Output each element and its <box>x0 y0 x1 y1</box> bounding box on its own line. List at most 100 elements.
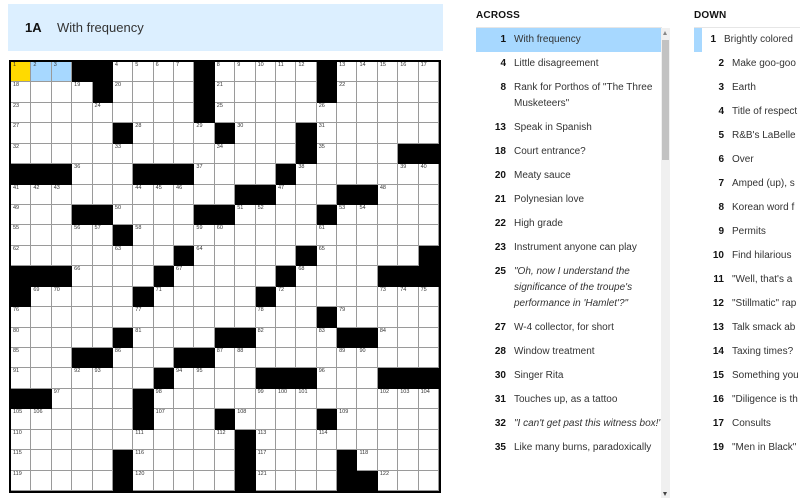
grid-cell[interactable]: 114 <box>316 429 338 451</box>
grid-cell[interactable] <box>275 409 297 430</box>
grid-cell[interactable] <box>377 307 399 328</box>
grid-cell[interactable] <box>133 245 154 267</box>
across-clue-31[interactable]: 31 Touches up, as a tattoo <box>476 388 662 412</box>
grid-cell[interactable] <box>194 307 215 328</box>
grid-cell[interactable] <box>174 450 195 471</box>
grid-cell[interactable] <box>153 82 175 103</box>
grid-cell[interactable] <box>377 143 399 165</box>
grid-cell[interactable] <box>31 470 52 491</box>
grid-cell[interactable]: 4 <box>112 62 134 83</box>
grid-cell[interactable] <box>316 470 338 491</box>
grid-cell[interactable] <box>296 82 317 103</box>
grid-cell[interactable] <box>418 348 439 369</box>
grid-cell[interactable] <box>133 102 154 124</box>
grid-cell[interactable]: 97 <box>51 388 73 410</box>
across-clue-4[interactable]: 4 Little disagreement <box>476 52 662 76</box>
grid-cell[interactable] <box>51 245 73 267</box>
grid-cell[interactable]: 20 <box>112 82 134 103</box>
grid-cell[interactable] <box>337 143 358 165</box>
grid-cell[interactable] <box>153 225 175 246</box>
grid-cell[interactable]: 41 <box>11 184 32 205</box>
down-clue-7[interactable]: 7 Amped (up), s <box>694 172 800 196</box>
grid-cell[interactable] <box>337 102 358 124</box>
grid-cell[interactable] <box>72 450 93 471</box>
grid-cell[interactable] <box>214 368 236 389</box>
grid-cell[interactable] <box>112 429 134 451</box>
grid-cell[interactable]: 75 <box>418 286 439 308</box>
grid-cell[interactable]: 17 <box>418 62 439 83</box>
across-clue-21[interactable]: 21 Polynesian love <box>476 188 662 212</box>
grid-cell[interactable] <box>296 225 317 246</box>
grid-cell[interactable] <box>316 266 338 287</box>
grid-cell[interactable] <box>72 409 93 430</box>
grid-cell[interactable] <box>398 245 419 267</box>
grid-cell[interactable] <box>174 102 195 124</box>
grid-cell[interactable]: 108 <box>235 409 256 430</box>
across-clue-20[interactable]: 20 Meaty sauce <box>476 164 662 188</box>
grid-cell[interactable] <box>377 164 399 185</box>
grid-cell[interactable] <box>92 184 113 205</box>
grid-cell[interactable]: 37 <box>194 164 215 185</box>
grid-cell[interactable] <box>194 429 215 451</box>
grid-cell[interactable] <box>112 286 134 308</box>
grid-cell[interactable] <box>51 429 73 451</box>
grid-cell[interactable] <box>194 143 215 165</box>
grid-cell[interactable]: 94 <box>174 368 195 389</box>
grid-cell[interactable] <box>153 450 175 471</box>
grid-cell[interactable] <box>418 307 439 328</box>
grid-cell[interactable] <box>296 102 317 124</box>
grid-cell[interactable] <box>398 307 419 328</box>
grid-cell[interactable] <box>92 245 113 267</box>
grid-cell[interactable] <box>31 450 52 471</box>
grid-cell[interactable] <box>296 470 317 491</box>
grid-cell[interactable] <box>194 266 215 287</box>
scroll-up-arrow-icon[interactable] <box>663 31 667 35</box>
grid-cell[interactable]: 49 <box>11 205 32 226</box>
grid-cell[interactable] <box>418 409 439 430</box>
down-clue-19[interactable]: 19 "Men in Black" <box>694 436 800 460</box>
grid-cell[interactable]: 83 <box>316 327 338 348</box>
grid-cell[interactable] <box>275 102 297 124</box>
grid-cell[interactable]: 113 <box>255 429 276 451</box>
grid-cell[interactable] <box>255 82 276 103</box>
grid-cell[interactable] <box>357 429 378 451</box>
grid-cell[interactable]: 25 <box>214 102 236 124</box>
grid-cell[interactable] <box>337 286 358 308</box>
across-clue-1[interactable]: 1 With frequency <box>476 28 662 52</box>
grid-cell[interactable] <box>194 184 215 205</box>
grid-cell[interactable]: 52 <box>255 205 276 226</box>
grid-cell[interactable] <box>51 348 73 369</box>
grid-cell[interactable] <box>174 123 195 144</box>
grid-cell[interactable] <box>153 102 175 124</box>
across-clue-25[interactable]: 25 "Oh, now I understand the significance… <box>476 260 662 316</box>
grid-cell[interactable] <box>92 286 113 308</box>
down-clue-17[interactable]: 17 Consults <box>694 412 800 436</box>
grid-cell[interactable]: 104 <box>418 388 439 410</box>
grid-cell[interactable] <box>133 143 154 165</box>
down-clue-13[interactable]: 13 Talk smack ab <box>694 316 800 340</box>
grid-cell[interactable]: 82 <box>255 327 276 348</box>
grid-cell[interactable] <box>112 307 134 328</box>
grid-cell[interactable] <box>296 348 317 369</box>
grid-cell[interactable] <box>235 307 256 328</box>
grid-cell[interactable] <box>153 205 175 226</box>
grid-cell[interactable]: 118 <box>357 450 378 471</box>
across-clue-8[interactable]: 8 Rank for Porthos of "The Three Musketee… <box>476 76 662 116</box>
grid-cell[interactable]: 112 <box>214 429 236 451</box>
grid-cell[interactable] <box>377 429 399 451</box>
grid-cell[interactable] <box>357 245 378 267</box>
grid-cell[interactable] <box>153 470 175 491</box>
grid-cell[interactable] <box>235 368 256 389</box>
grid-cell[interactable] <box>112 388 134 410</box>
grid-cell[interactable] <box>133 266 154 287</box>
grid-cell[interactable]: 24 <box>92 102 113 124</box>
grid-cell[interactable] <box>275 450 297 471</box>
grid-cell[interactable] <box>153 327 175 348</box>
grid-cell[interactable] <box>92 409 113 430</box>
grid-cell[interactable] <box>174 429 195 451</box>
grid-cell[interactable]: 5 <box>133 62 154 83</box>
grid-cell[interactable] <box>377 348 399 369</box>
grid-cell[interactable] <box>296 429 317 451</box>
grid-cell[interactable]: 66 <box>72 266 93 287</box>
grid-cell[interactable]: 122 <box>377 470 399 491</box>
